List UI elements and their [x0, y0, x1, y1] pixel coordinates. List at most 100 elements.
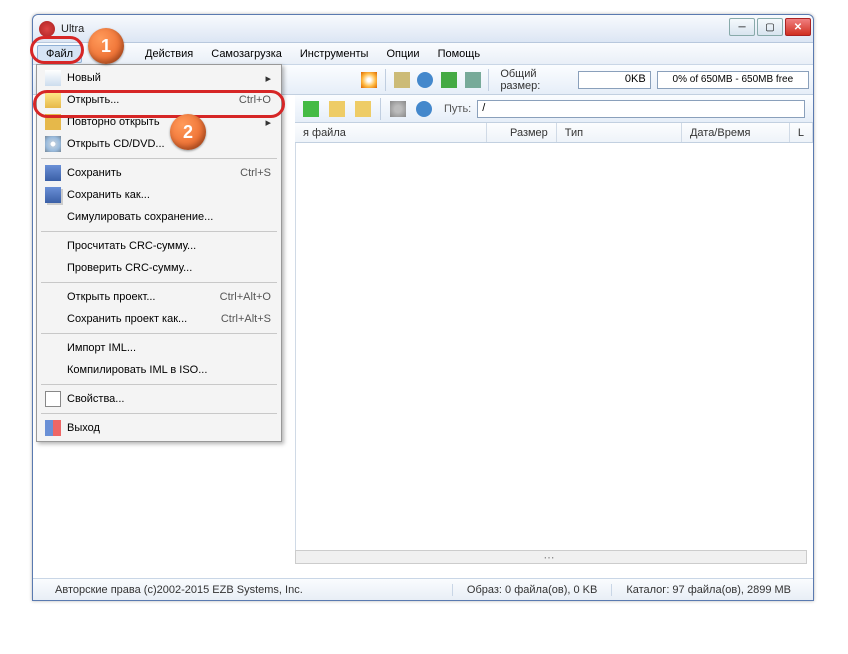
play-icon	[303, 101, 319, 117]
menu-item-сохранить[interactable]: Сохранить Ctrl+S	[39, 162, 279, 184]
newfolder-icon	[355, 101, 371, 117]
menu-item-компилировать-iml-в-iso-[interactable]: Компилировать IML в ISO...	[39, 359, 279, 381]
columns-header: я файла Размер Тип Дата/Время L	[295, 123, 813, 143]
reopen-icon	[45, 114, 61, 130]
menu-item-label: Сохранить как...	[67, 189, 150, 201]
menu-help[interactable]: Помощь	[429, 45, 490, 63]
menu-item-label: Сохранить проект как...	[67, 313, 187, 325]
submenu-arrow-icon: ▸	[265, 116, 271, 129]
menu-item-label: Новый	[67, 72, 101, 84]
help-icon	[416, 101, 432, 117]
menu-item-label: Просчитать CRC-сумму...	[67, 240, 196, 252]
window-controls: ─ ▢ ✕	[729, 18, 811, 36]
status-image: Образ: 0 файла(ов), 0 KB	[452, 584, 611, 596]
path-toolbar: Путь: /	[295, 95, 813, 123]
menu-separator	[41, 231, 277, 232]
status-copyright: Авторские права (c)2002-2015 EZB Systems…	[41, 584, 452, 596]
path-label: Путь:	[444, 103, 471, 115]
menu-item-импорт-iml-[interactable]: Импорт IML...	[39, 337, 279, 359]
tb-info-button[interactable]	[415, 68, 437, 92]
exit-icon	[45, 420, 61, 436]
compress-icon	[394, 72, 410, 88]
menu-item-проверить-crc-сумму-[interactable]: Проверить CRC-сумму...	[39, 257, 279, 279]
tb-compress-button[interactable]	[391, 68, 413, 92]
tb-up-button[interactable]	[325, 97, 349, 121]
statusbar: Авторские права (c)2002-2015 EZB Systems…	[33, 578, 813, 600]
total-size-value: 0KB	[578, 71, 651, 89]
cd-icon	[45, 136, 61, 152]
menu-item-сохранить-как-[interactable]: Сохранить как...	[39, 184, 279, 206]
app-icon	[39, 21, 55, 37]
menu-separator	[41, 333, 277, 334]
file-list-area	[295, 143, 813, 558]
file-menu-dropdown: Новый▸ Открыть... Ctrl+O Повторно открыть ▸ О…	[36, 64, 282, 442]
menu-item-просчитать-crc-сумму-[interactable]: Просчитать CRC-сумму...	[39, 235, 279, 257]
menu-bootable[interactable]: Самозагрузка	[202, 45, 291, 63]
menu-item-label: Проверить CRC-сумму...	[67, 262, 192, 274]
menu-item-новый[interactable]: Новый▸	[39, 67, 279, 89]
menu-item-label: Повторно открыть	[67, 116, 160, 128]
horizontal-scrollbar[interactable]	[295, 550, 807, 564]
col-size[interactable]: Размер	[487, 123, 557, 142]
menu-item-label: Открыть проект...	[67, 291, 156, 303]
menu-item-открыть-[interactable]: Открыть... Ctrl+O	[39, 89, 279, 111]
toolbar-separator	[385, 69, 386, 91]
tb-settings-button[interactable]	[386, 97, 410, 121]
menu-item-label: Сохранить	[67, 167, 122, 179]
tb-newfolder-button[interactable]	[351, 97, 375, 121]
menu-tools[interactable]: Инструменты	[291, 45, 378, 63]
tb-burn-button[interactable]	[358, 68, 380, 92]
status-catalog: Каталог: 97 файла(ов), 2899 MB	[611, 584, 805, 596]
burn-icon	[361, 72, 377, 88]
col-date[interactable]: Дата/Время	[682, 123, 790, 142]
mount-icon	[465, 72, 481, 88]
menu-shortcut: Ctrl+S	[224, 167, 271, 179]
menu-item-открыть-проект-[interactable]: Открыть проект... Ctrl+Alt+O	[39, 286, 279, 308]
check-icon	[441, 72, 457, 88]
menu-item-открыть-cd-dvd-[interactable]: Открыть CD/DVD...	[39, 133, 279, 155]
up-icon	[329, 101, 345, 117]
menubar: Файл Действия Самозагрузка Инструменты О…	[33, 43, 813, 65]
maximize-button[interactable]: ▢	[757, 18, 783, 36]
menu-item-свойства-[interactable]: Свойства...	[39, 388, 279, 410]
menu-item-label: Свойства...	[67, 393, 124, 405]
tb-play-button[interactable]	[299, 97, 323, 121]
open-icon	[45, 92, 61, 108]
menu-shortcut: Ctrl+Alt+O	[204, 291, 271, 303]
col-type[interactable]: Тип	[557, 123, 682, 142]
menu-item-label: Импорт IML...	[67, 342, 136, 354]
menu-actions[interactable]: Действия	[136, 45, 202, 63]
menu-item-повторно-открыть[interactable]: Повторно открыть ▸	[39, 111, 279, 133]
capacity-bar: 0% of 650MB - 650MB free	[657, 71, 809, 89]
col-lba[interactable]: L	[790, 123, 813, 142]
close-button[interactable]: ✕	[785, 18, 811, 36]
menu-options[interactable]: Опции	[377, 45, 428, 63]
titlebar: Ultra ─ ▢ ✕	[33, 15, 813, 43]
menu-separator	[41, 384, 277, 385]
tb-check-button[interactable]	[438, 68, 460, 92]
new-icon	[45, 70, 61, 86]
toolbar-separator	[380, 98, 381, 120]
menu-shortcut: Ctrl+Alt+S	[205, 313, 271, 325]
menu-shortcut: Ctrl+O	[223, 94, 271, 106]
path-field[interactable]: /	[477, 100, 805, 118]
menu-separator	[41, 282, 277, 283]
menu-item-симулировать-сохранение-[interactable]: Симулировать сохранение...	[39, 206, 279, 228]
props-icon	[45, 391, 61, 407]
gear-icon	[390, 101, 406, 117]
menu-item-label: Открыть...	[67, 94, 119, 106]
tb-help-button[interactable]	[412, 97, 436, 121]
save-icon	[45, 165, 61, 181]
menu-file[interactable]: Файл	[37, 45, 82, 63]
menu-item-выход[interactable]: Выход	[39, 417, 279, 439]
menu-item-label: Компилировать IML в ISO...	[67, 364, 207, 376]
total-size-label: Общий размер:	[500, 68, 571, 92]
menu-item-label: Выход	[67, 422, 100, 434]
menu-item-label: Симулировать сохранение...	[67, 211, 213, 223]
toolbar-separator	[488, 69, 489, 91]
menu-item-сохранить-проект-как-[interactable]: Сохранить проект как... Ctrl+Alt+S	[39, 308, 279, 330]
col-filename[interactable]: я файла	[295, 123, 487, 142]
tb-mount-button[interactable]	[462, 68, 484, 92]
info-icon	[417, 72, 433, 88]
minimize-button[interactable]: ─	[729, 18, 755, 36]
